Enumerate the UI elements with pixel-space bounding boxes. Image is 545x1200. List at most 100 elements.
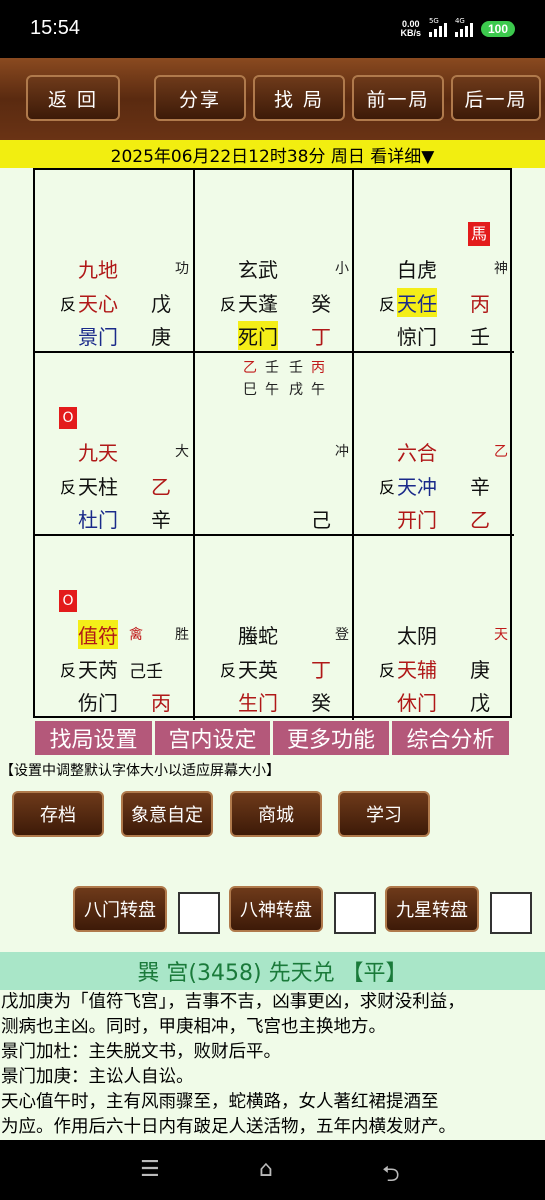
god-label: 太阴 [397,624,437,648]
stem1-label: 癸 [311,292,331,316]
shop-button[interactable]: 商城 [230,791,322,837]
stem2-label: 乙 [470,508,490,532]
share-button[interactable]: 分享 [154,75,246,121]
pillar-branch-4: 午 [311,382,325,398]
stem1-label: 庚 [470,658,490,682]
custom-meaning-button[interactable]: 象意自定 [121,791,213,837]
back-nav-icon[interactable]: ⮌ [382,1157,400,1195]
palace-cell-8[interactable]: 螣蛇 登 反 天英 丁 生门 癸 [195,536,354,720]
signal-4g-icon: 4G [454,17,473,37]
jiuxing-checkbox[interactable] [490,892,532,934]
tag-label: 胜 [175,627,189,643]
palace-cell-5[interactable]: 乙 壬 壬 丙 巳 午 戌 午 冲 己 [195,353,354,536]
palace-cell-2[interactable]: 玄武 小 反 天蓬 癸 死门 丁 [195,170,354,353]
tag-label: 小 [335,261,349,277]
fan-label: 反 [60,478,77,497]
star-label: 天芮 [78,658,118,682]
pillar-branch-1: 巳 [243,382,257,398]
description-line: 测病也主凶。同时，甲庚相冲，飞宫也主换地方。 [1,1017,386,1037]
void-mark: O [59,407,77,429]
save-button[interactable]: 存档 [12,791,104,837]
status-time: 15:54 [30,17,81,39]
description-line: 景门加庚：主讼人自讼。 [1,1067,194,1087]
tag-label: 乙 [494,444,508,460]
stem2-label: 癸 [311,691,331,715]
menu-icon[interactable]: ☰ [140,1157,160,1182]
tag-label: 功 [175,261,189,277]
stem2-label: 壬 [470,325,490,349]
palace-cell-7[interactable]: O 值符 禽 胜 反 天芮 己壬 伤门 丙 [35,536,195,720]
sig2-label: 4G [454,17,465,25]
stem2-label: 庚 [151,325,171,349]
menu-analysis[interactable]: 综合分析 [392,721,509,755]
star-label: 天心 [78,292,118,316]
bamen-rotate-button[interactable]: 八门转盘 [73,886,167,932]
home-icon[interactable]: ⌂ [259,1157,273,1182]
door-label: 杜门 [78,508,118,532]
battery-icon: 100 [480,21,515,37]
fan-label: 反 [379,661,396,680]
star-label: 天柱 [78,475,118,499]
fan-label: 反 [220,661,237,680]
fan-label: 反 [60,295,77,314]
description-line: 戊加庚为「值符飞宫」，吉事不吉，凶事更凶，求财没利益， [1,992,465,1012]
status-icons: 0.00 KB/s 5G 4G 100 [400,17,515,38]
find-button[interactable]: 找 局 [253,75,345,121]
tag-label: 冲 [335,444,349,460]
back-button[interactable]: 返 回 [26,75,120,121]
god-label: 玄武 [238,258,278,282]
god-label: 九天 [78,441,118,465]
sig1-label: 5G [428,17,439,25]
jiuxing-rotate-button[interactable]: 九星转盘 [385,886,479,932]
pillar-stem-2: 壬 [265,360,279,376]
palace-grid: 九地 功 反 天心 戊 景门 庚 玄武 小 反 天蓬 癸 死门 丁 馬 白虎 神… [33,168,514,720]
bamen-checkbox[interactable] [178,892,220,934]
palace-cell-9[interactable]: 太阴 天 反 天辅 庚 休门 戊 [354,536,514,720]
stem1-label: 丙 [470,292,490,316]
palace-cell-1[interactable]: 九地 功 反 天心 戊 景门 庚 [35,170,195,353]
fan-label: 反 [379,295,396,314]
date-bar[interactable]: 2025年06月22日12时38分 周日 看详细▼ [0,140,545,168]
pillar-stem-4: 丙 [311,360,325,376]
door-label: 生门 [238,691,278,715]
menu-find-settings[interactable]: 找局设置 [35,721,152,755]
door-label: 惊门 [397,325,437,349]
palace-cell-3[interactable]: 馬 白虎 神 反 天任 丙 惊门 壬 [354,170,514,353]
stem-label: 己 [311,508,331,532]
pillar-stem-3: 壬 [289,360,303,376]
tag-label: 大 [175,444,189,460]
menu-more-functions[interactable]: 更多功能 [273,721,389,755]
horse-mark: 馬 [468,222,490,246]
back-label: 返 回 [47,88,99,111]
bashen-rotate-button[interactable]: 八神转盘 [229,886,323,932]
speed-unit: KB/s [400,28,421,38]
door-label: 休门 [397,691,437,715]
door-label: 开门 [397,508,437,532]
star-label: 天任 [397,288,437,317]
menu-palace-settings[interactable]: 宫内设定 [155,721,270,755]
tag-label: 登 [335,627,349,643]
palace-cell-6[interactable]: 六合 乙 反 天冲 辛 开门 乙 [354,353,514,536]
description-text: 戊加庚为「值符飞宫」，吉事不吉，凶事更凶，求财没利益， 测病也主凶。同时，甲庚相… [0,990,545,1140]
bashen-checkbox[interactable] [334,892,376,934]
pillar-stem-1: 乙 [243,360,257,376]
god-label: 九地 [78,258,118,282]
status-bar: 15:54 0.00 KB/s 5G 4G 100 [0,0,545,58]
door-label: 死门 [238,321,278,350]
fan-label: 反 [60,661,77,680]
prev-button[interactable]: 前一局 [352,75,444,121]
god-label: 值符 [78,620,118,649]
fan-label: 反 [220,295,237,314]
god-label: 白虎 [397,258,437,282]
door-label: 伤门 [78,691,118,715]
learn-button[interactable]: 学习 [338,791,430,837]
pillar-branch-2: 午 [265,382,279,398]
palace-cell-4[interactable]: O 九天 大 反 天柱 乙 杜门 辛 [35,353,195,536]
star-label: 天辅 [397,658,437,682]
next-button[interactable]: 后一局 [451,75,541,121]
description-line: 为应。作用后六十日内有跛足人送活物，五年内横发财产。 [1,1117,456,1137]
stem2-label: 丁 [311,325,331,349]
stem1-label: 乙 [151,475,171,499]
god-label: 六合 [397,441,437,465]
stem1-label: 戊 [151,292,171,316]
